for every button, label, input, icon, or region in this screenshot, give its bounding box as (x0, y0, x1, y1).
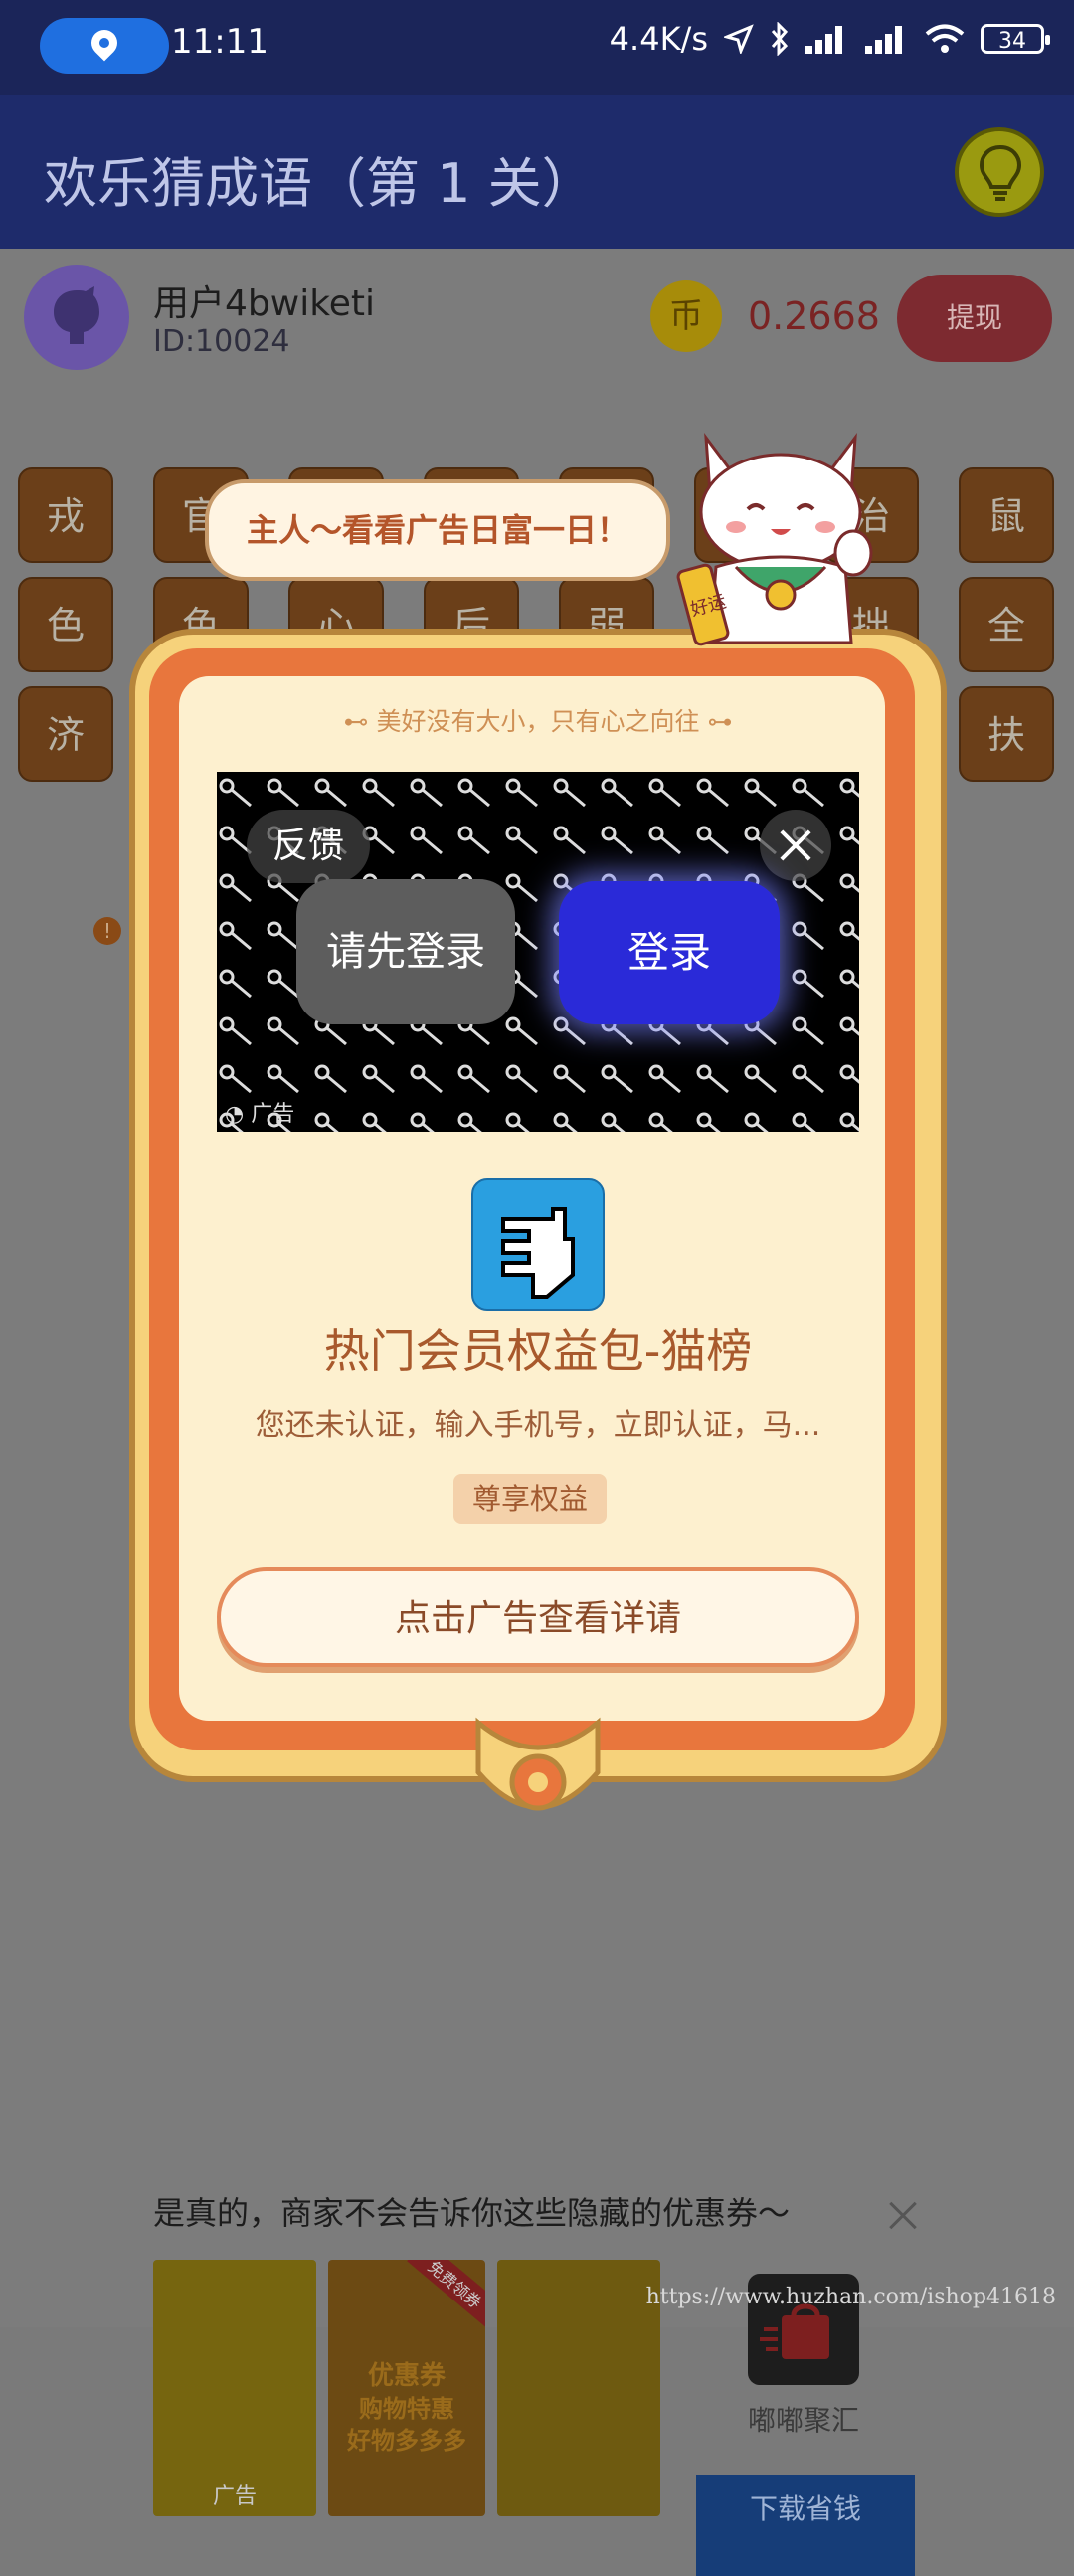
battery-icon: 34 (981, 24, 1050, 54)
hint-button[interactable] (955, 127, 1044, 217)
watermark: https://www.huzhan.com/ishop41618 (645, 2285, 1056, 2309)
ad-thumbnail[interactable] (497, 2260, 660, 2516)
shop-name: 嘟嘟聚汇 (747, 2404, 859, 2437)
ad-thumbnail-text: 购物特惠 (359, 2395, 454, 2423)
grid-tile[interactable]: 鼠 (959, 467, 1054, 563)
ad-thumbnail[interactable]: 免费领券 优惠券 购物特惠 好物多多多 (328, 2260, 485, 2516)
net-speed: 4.4K/s (609, 20, 708, 58)
navigation-icon (724, 24, 754, 54)
ad-label: ◔ 广告 (225, 1102, 295, 1127)
lightbulb-icon (979, 144, 1022, 201)
scroll-ornament-icon (475, 1717, 601, 1811)
ad-thumbnail[interactable]: 广告 (153, 2260, 316, 2516)
avatar[interactable] (24, 265, 129, 370)
ad-close-icon[interactable] (760, 810, 831, 881)
motto-text: 美好没有大小，只有心之向往 (376, 707, 700, 736)
status-time: 11:11 (171, 22, 268, 62)
signal-icon-2 (865, 24, 909, 54)
app-description: 您还未认证，输入手机号，立即认证，马... (255, 1408, 821, 1443)
ad-banner[interactable]: 反馈 请先登录 登录 ◔ 广告 (217, 772, 859, 1132)
ad-thumbnail-ribbon: 免费领券 (407, 2260, 485, 2328)
location-pill (40, 18, 169, 74)
user-id: ID:10024 (153, 324, 290, 359)
bottom-ad-title: 是真的，商家不会告诉你这些隐藏的优惠券～ (153, 2194, 791, 2232)
signal-icon (806, 24, 849, 54)
status-indicators: 4.4K/s 34 (609, 20, 1050, 58)
bottom-ad-close-icon[interactable] (885, 2198, 921, 2234)
mascot-speech-bubble: 主人～看看广告日富一日！ (205, 479, 670, 581)
github-cat-icon (54, 286, 99, 344)
ad-thumbnail-tag: 广告 (213, 2484, 258, 2509)
user-name: 用户4bwiketi (153, 283, 376, 324)
modal-motto: ⊷ 美好没有大小，只有心之向往 ⊶ (343, 707, 733, 736)
grid-tile[interactable]: 色 (18, 577, 113, 672)
lucky-cat-mascot-icon: 好运 (676, 433, 873, 646)
app-title: 热门会员权益包-猫榜 (323, 1324, 753, 1378)
ad-feedback-button[interactable]: 反馈 (247, 810, 370, 883)
ad-thumbnail-text: 优惠券 (367, 2361, 446, 2391)
benefit-badge: 尊享权益 (453, 1474, 607, 1524)
download-button[interactable]: 下载省钱 (696, 2475, 915, 2576)
coin-icon: 币 (650, 280, 722, 352)
ad-label-text: 广告 (251, 1102, 295, 1127)
balance-value: 0.2668 (748, 294, 880, 338)
grid-tile[interactable]: 扶 (959, 686, 1054, 782)
login-first-button[interactable]: 请先登录 (296, 879, 515, 1024)
reward-ad-modal: ⊷ 美好没有大小，只有心之向往 ⊶ 反馈 请先登录 登录 ◔ 广告 热门会员权益… (129, 629, 947, 1852)
pointing-hand-icon (501, 1207, 575, 1299)
warning-icon: ! (93, 917, 121, 945)
grid-tile[interactable]: 全 (959, 577, 1054, 672)
view-ad-details-button[interactable]: 点击广告查看详请 (217, 1567, 859, 1667)
grid-tile[interactable]: 戎 (18, 467, 113, 563)
bottom-ad[interactable]: 是真的，商家不会告诉你这些隐藏的优惠券～ 广告 免费领券 优惠券 购物特惠 好物… (123, 2178, 955, 2576)
ad-thumbnail-text: 好物多多多 (347, 2427, 466, 2455)
login-button[interactable]: 登录 (559, 881, 780, 1024)
status-bar: 11:11 4.4K/s 34 (0, 0, 1074, 95)
bluetooth-icon (771, 22, 789, 56)
withdraw-button[interactable]: 提现 (897, 275, 1052, 362)
grid-tile[interactable]: 济 (18, 686, 113, 782)
app-header: 欢乐猜成语（第 1 关） (0, 95, 1074, 249)
location-icon (86, 24, 123, 62)
wifi-icon (925, 24, 965, 53)
page-title: 欢乐猜成语（第 1 关） (44, 152, 596, 215)
app-icon[interactable] (471, 1178, 605, 1311)
